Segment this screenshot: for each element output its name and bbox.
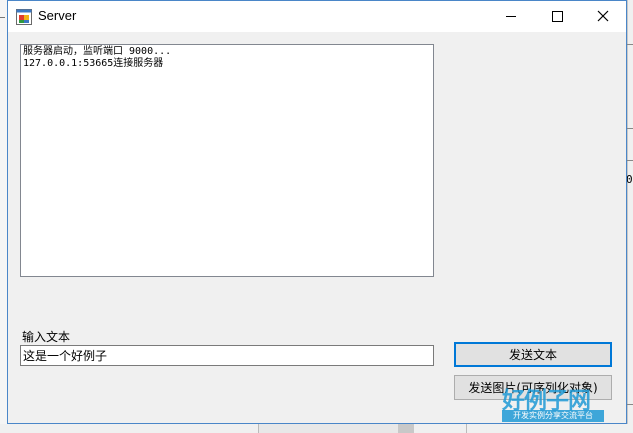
watermark-subtitle: 开发实例分享交流平台	[502, 410, 604, 422]
window-title: Server	[38, 8, 77, 23]
background-scrollbar	[398, 424, 414, 433]
maximize-button[interactable]	[534, 1, 580, 32]
close-icon	[597, 10, 609, 22]
close-button[interactable]	[580, 1, 626, 32]
maximize-icon	[552, 11, 563, 22]
minimize-button[interactable]	[488, 1, 534, 32]
log-textbox[interactable]: 服务器启动，监听端口 9000... 127.0.0.1:53665连接服务器	[20, 44, 434, 277]
message-input[interactable]	[20, 345, 434, 366]
title-bar[interactable]: Server	[8, 1, 626, 32]
background-app-right-edge	[627, 0, 633, 433]
watermark-logo: 好例子网 开发实例分享交流平台	[498, 381, 608, 423]
app-icon	[16, 9, 32, 25]
log-line: 127.0.0.1:53665连接服务器	[23, 58, 164, 69]
send-text-button[interactable]: 发送文本	[454, 342, 612, 367]
background-divider	[627, 44, 633, 45]
log-line: 服务器启动，监听端口 9000...	[23, 46, 172, 57]
minimize-icon	[506, 16, 516, 17]
background-divider	[0, 17, 5, 18]
background-divider	[627, 404, 633, 405]
background-divider	[627, 160, 633, 161]
input-label: 输入文本	[22, 330, 71, 344]
server-window: Server 服务器启动，监听端口 9000... 127.0.0.1:5366…	[7, 0, 627, 424]
background-panel	[258, 424, 399, 433]
background-divider	[466, 424, 467, 433]
background-divider	[627, 128, 633, 129]
